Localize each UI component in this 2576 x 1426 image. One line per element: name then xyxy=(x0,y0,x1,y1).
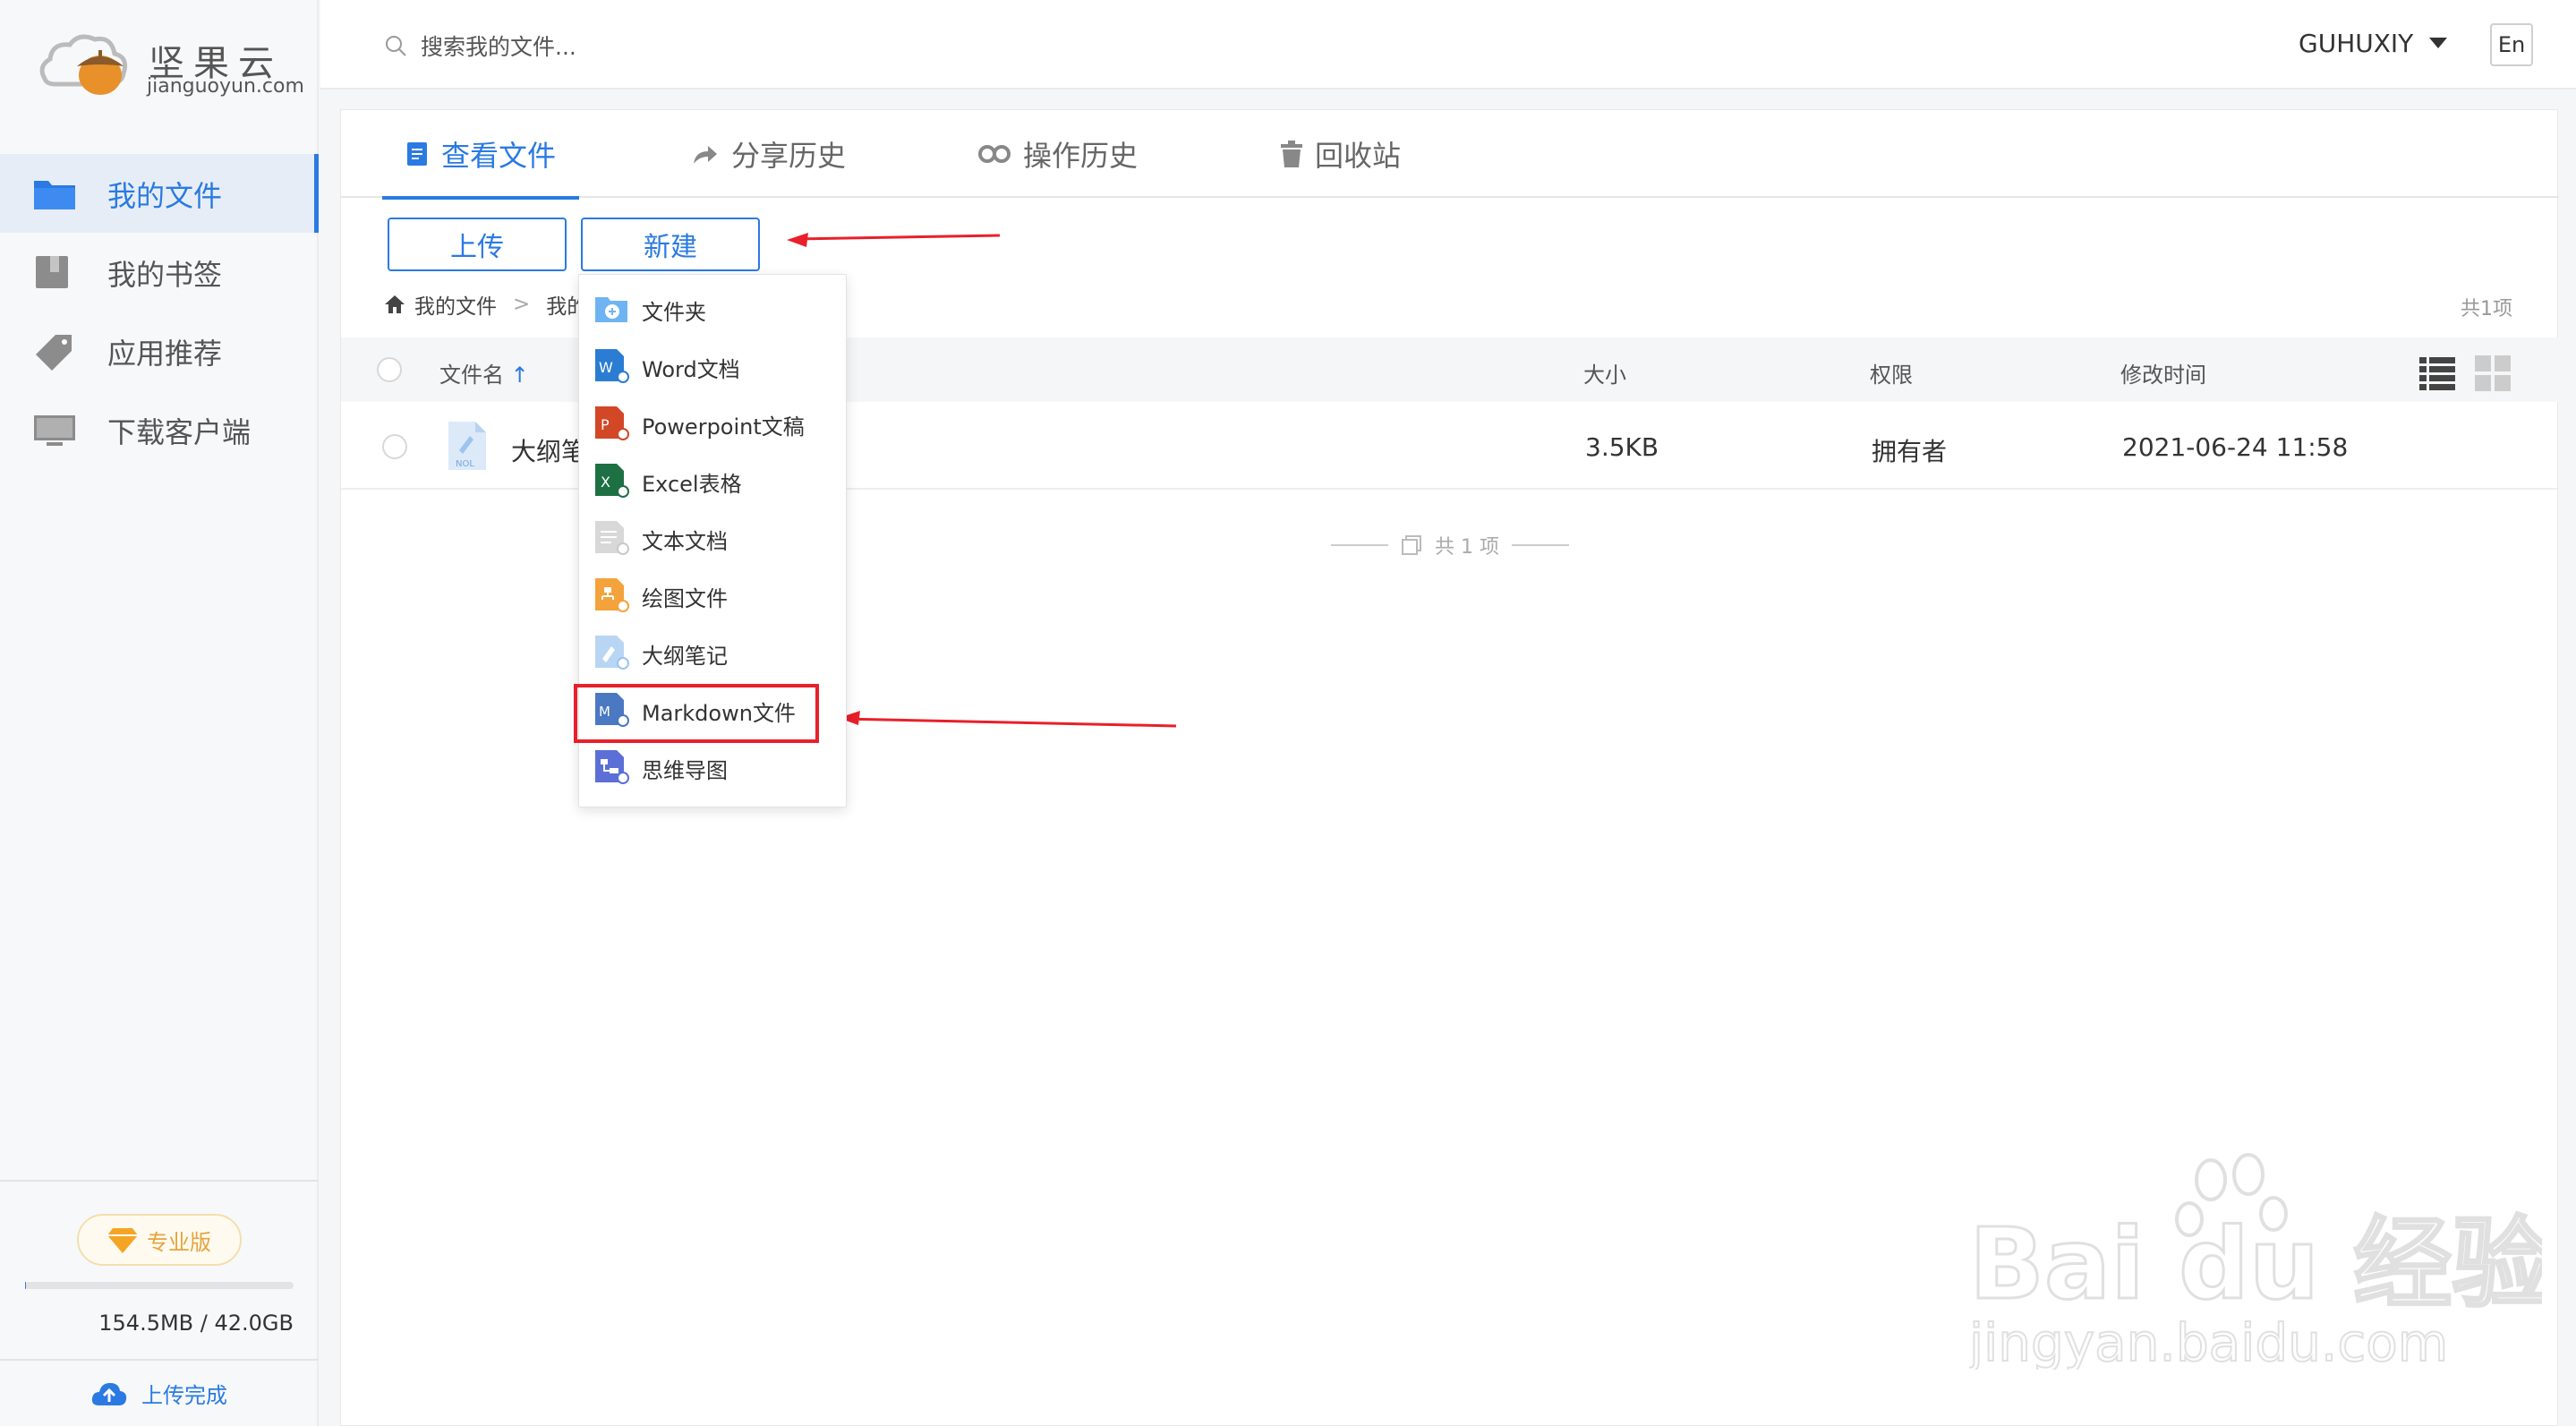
pro-badge[interactable]: 专业版 xyxy=(77,1214,242,1266)
caret-down-icon xyxy=(2429,37,2448,48)
menu-item-label: Word文档 xyxy=(642,357,740,382)
sidebar-item-my-files[interactable]: 我的文件 xyxy=(0,154,319,233)
menu-item-label: 绘图文件 xyxy=(642,586,728,611)
menu-item-powerpoint[interactable]: P Powerpoint文稿 xyxy=(579,393,848,450)
watermark-brand: Bai du 经验 xyxy=(1969,1207,2542,1321)
quota-text: 154.5MB / 42.0GB xyxy=(98,1311,294,1336)
language-button[interactable]: En xyxy=(2490,23,2533,66)
menu-item-label: 文本文档 xyxy=(642,529,728,554)
outline-note-icon xyxy=(595,636,629,670)
svg-text:P: P xyxy=(601,416,610,433)
sidebar-item-bookmarks[interactable]: 我的书签 xyxy=(0,233,319,312)
text-doc-icon xyxy=(595,521,629,555)
drawing-icon xyxy=(595,578,629,612)
username: GUHUXIY xyxy=(2299,29,2414,58)
search-box[interactable] xyxy=(385,29,922,64)
cloud-upload-icon xyxy=(91,1382,127,1405)
sidebar-item-label: 应用推荐 xyxy=(107,337,223,371)
upload-status[interactable]: 上传完成 xyxy=(0,1359,319,1426)
menu-item-outline-note[interactable]: 大纲笔记 xyxy=(579,622,848,679)
menu-item-word[interactable]: W Word文档 xyxy=(579,336,848,393)
menu-item-mindmap[interactable]: 思维导图 xyxy=(579,737,848,794)
monitor-icon xyxy=(34,415,75,446)
sidebar-item-download-client[interactable]: 下载客户端 xyxy=(0,390,319,469)
user-menu[interactable]: GUHUXIY xyxy=(2299,29,2448,58)
sidebar: 坚果云 jianguoyun.com 我的文件 我的书签 应用推荐 下载客户端 xyxy=(0,0,319,1426)
menu-item-folder[interactable]: 文件夹 xyxy=(579,278,848,336)
excel-icon: X xyxy=(595,464,629,498)
svg-text:X: X xyxy=(601,474,610,491)
menu-item-excel[interactable]: X Excel表格 xyxy=(579,450,848,508)
upload-status-label: 上传完成 xyxy=(141,1383,227,1408)
sidebar-footer: 专业版 154.5MB / 42.0GB xyxy=(0,1180,319,1359)
powerpoint-icon: P xyxy=(595,406,629,440)
search-input[interactable] xyxy=(421,33,904,60)
menu-item-label: 文件夹 xyxy=(642,300,706,325)
annotation-arrow-markdown xyxy=(841,717,1177,728)
menu-item-text[interactable]: 文本文档 xyxy=(579,508,848,565)
menu-item-label: 思维导图 xyxy=(642,758,728,783)
top-bar: GUHUXIY En xyxy=(320,0,2576,90)
baidu-jingyan-watermark: Bai du 经验 jingyan.baidu.com xyxy=(1969,1153,2542,1370)
svg-text:W: W xyxy=(599,359,613,376)
menu-item-label: Powerpoint文稿 xyxy=(642,414,805,440)
quota-bar-fill xyxy=(25,1282,27,1289)
menu-item-label: 大纲笔记 xyxy=(642,644,728,669)
menu-item-drawing[interactable]: 绘图文件 xyxy=(579,565,848,622)
folder-icon xyxy=(34,181,75,209)
book-icon xyxy=(36,256,68,288)
watermark-domain: jingyan.baidu.com xyxy=(1969,1312,2448,1370)
sidebar-item-label: 我的文件 xyxy=(107,179,223,213)
tag-icon xyxy=(36,335,72,371)
diamond-icon xyxy=(107,1228,138,1253)
acorn-logo-icon xyxy=(39,34,128,95)
annotation-highlight-box xyxy=(574,684,819,743)
logo[interactable]: 坚果云 jianguoyun.com xyxy=(36,27,304,107)
annotation-arrowhead-new xyxy=(787,233,808,247)
sidebar-item-label: 下载客户端 xyxy=(107,415,252,449)
logo-domain: jianguoyun.com xyxy=(147,75,304,98)
mindmap-icon xyxy=(595,750,629,784)
word-icon: W xyxy=(595,349,629,383)
pro-badge-label: 专业版 xyxy=(147,1229,211,1255)
menu-item-label: Excel表格 xyxy=(642,472,742,497)
sidebar-item-app-recommend[interactable]: 应用推荐 xyxy=(0,312,319,390)
sidebar-item-label: 我的书签 xyxy=(107,258,223,292)
annotation-arrow-new xyxy=(793,234,1001,241)
search-icon xyxy=(386,36,406,56)
quota-bar xyxy=(25,1282,294,1289)
folder-add-icon xyxy=(595,297,627,322)
